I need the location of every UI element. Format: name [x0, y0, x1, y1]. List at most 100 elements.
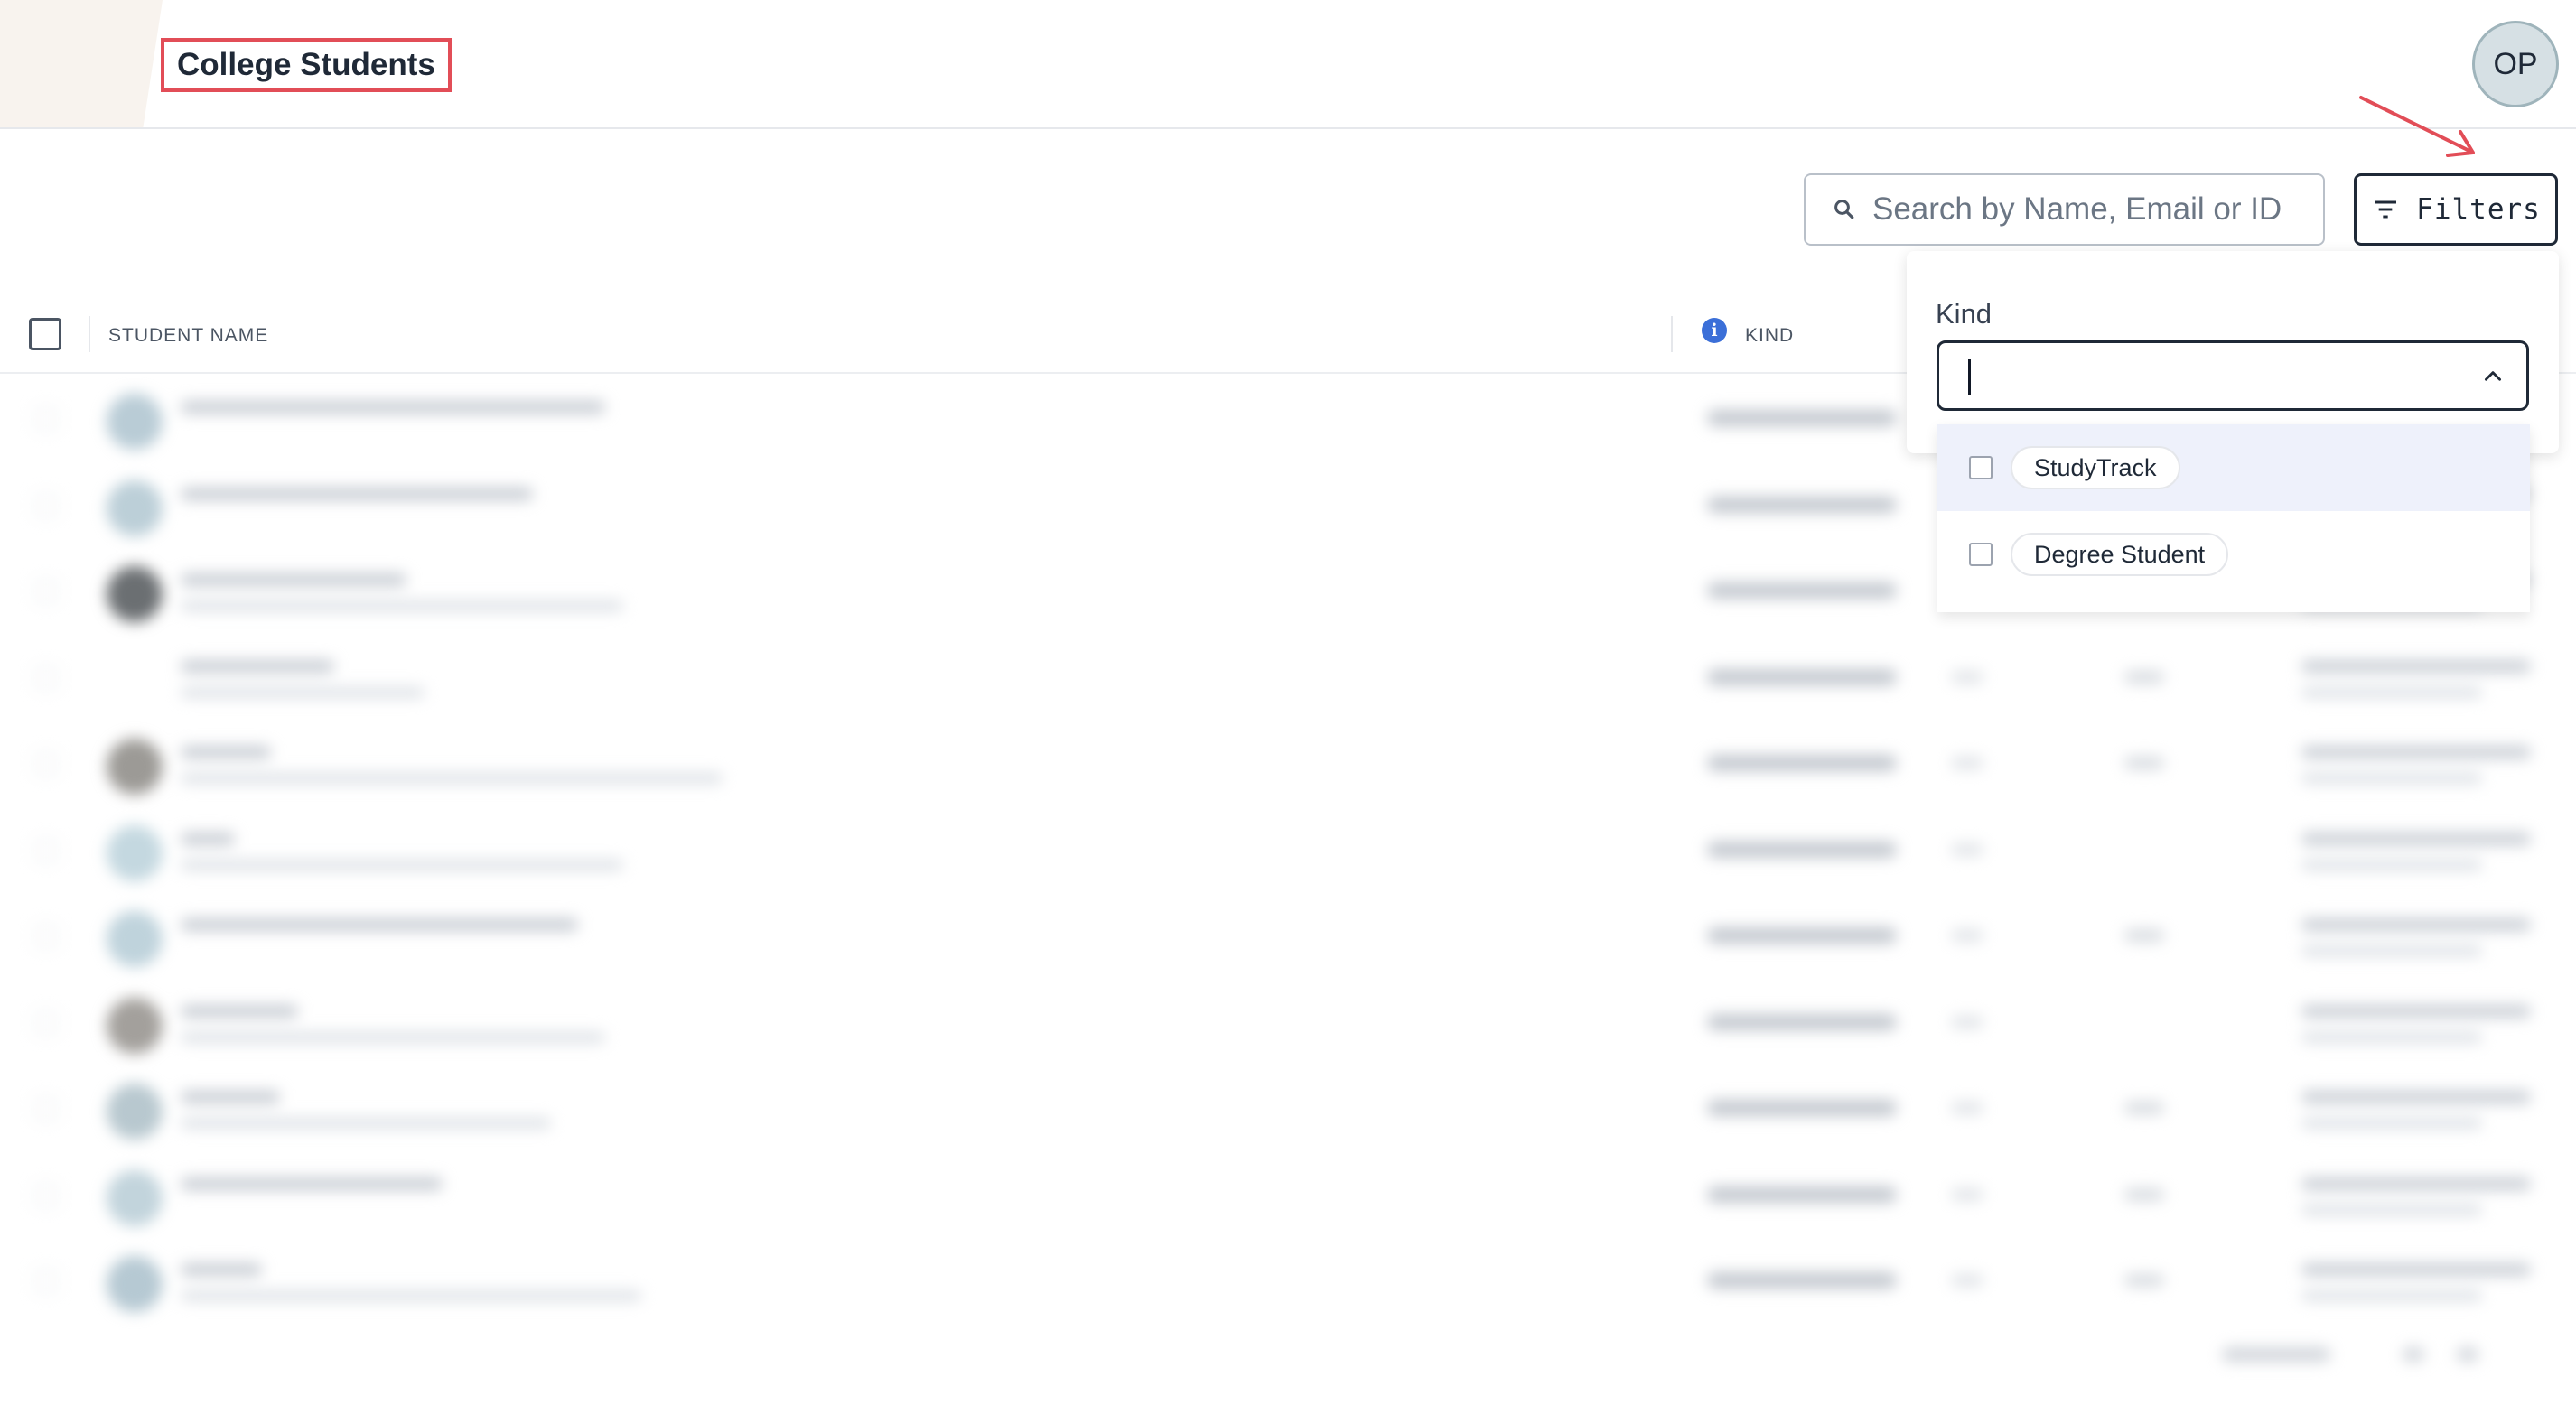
next-page-button[interactable] — [2457, 1347, 2478, 1362]
row-cell — [1951, 842, 1983, 856]
option-checkbox[interactable] — [1969, 543, 1993, 566]
row-cell — [2124, 670, 2164, 684]
row-checkbox[interactable] — [34, 1010, 58, 1035]
row-checkbox[interactable] — [34, 580, 58, 603]
row-checkbox[interactable] — [34, 1183, 58, 1207]
student-kind — [1707, 755, 1897, 771]
student-email — [181, 1118, 551, 1129]
student-avatar — [107, 1169, 163, 1226]
student-avatar — [107, 1256, 163, 1312]
row-cell — [2301, 1263, 2531, 1276]
student-kind — [1707, 668, 1897, 685]
row-cell — [1951, 757, 1983, 769]
student-avatar — [107, 739, 163, 795]
student-name — [181, 746, 271, 758]
student-email — [181, 600, 623, 611]
table-row[interactable] — [0, 893, 2576, 980]
info-icon[interactable]: i — [1702, 318, 1727, 343]
row-cell — [2301, 1204, 2482, 1215]
pagination[interactable] — [2222, 1336, 2493, 1372]
row-cell — [2301, 1031, 2482, 1043]
option-degree-student[interactable]: Degree Student — [1937, 511, 2530, 598]
row-cell — [2301, 1004, 2531, 1018]
row-cell — [1951, 1102, 1983, 1114]
column-header-student-name[interactable]: STUDENT NAME — [108, 320, 268, 352]
student-kind — [1707, 1186, 1897, 1203]
table-row[interactable] — [0, 807, 2576, 894]
prev-page-button[interactable] — [2403, 1347, 2424, 1362]
student-name — [181, 659, 334, 673]
row-cell — [2301, 1177, 2531, 1190]
row-cell — [2301, 1118, 2482, 1129]
header-decoration — [0, 0, 163, 127]
option-chip: StudyTrack — [2011, 446, 2180, 489]
row-cell — [1951, 1274, 1983, 1287]
row-checkbox[interactable] — [34, 838, 58, 862]
row-cell — [1951, 929, 1983, 942]
row-cell — [2124, 929, 2164, 942]
row-checkbox[interactable] — [34, 752, 58, 776]
student-name — [181, 1263, 262, 1276]
table-row[interactable] — [0, 721, 2576, 807]
student-kind — [1707, 1272, 1897, 1289]
row-cell — [2301, 686, 2482, 698]
row-cell — [2124, 1274, 2164, 1287]
pagination-info — [2222, 1347, 2330, 1362]
student-name — [181, 1091, 280, 1103]
table-row[interactable] — [0, 1065, 2576, 1152]
student-name — [181, 832, 235, 845]
student-name — [181, 1004, 298, 1018]
option-studytrack[interactable]: StudyTrack — [1937, 424, 2530, 511]
search-input[interactable]: Search by Name, Email or ID — [1804, 173, 2325, 246]
table-row[interactable] — [0, 980, 2576, 1066]
search-icon — [1834, 200, 1854, 219]
option-checkbox[interactable] — [1969, 456, 1993, 479]
student-avatar — [107, 824, 163, 881]
row-checkbox[interactable] — [34, 407, 58, 431]
row-cell — [2124, 1187, 2164, 1201]
filters-label: Filters — [2416, 193, 2541, 226]
user-avatar[interactable]: OP — [2472, 21, 2559, 107]
row-checkbox[interactable] — [34, 925, 58, 948]
row-cell — [2124, 757, 2164, 769]
student-kind — [1707, 1013, 1897, 1030]
table-row[interactable] — [0, 635, 2576, 721]
row-cell — [2301, 1290, 2482, 1301]
student-avatar — [107, 566, 163, 622]
student-avatar — [107, 1084, 163, 1140]
table-row[interactable] — [0, 1152, 2576, 1239]
student-name — [181, 573, 406, 586]
column-divider — [1671, 316, 1673, 352]
top-header: College Students OP — [0, 0, 2576, 129]
student-kind — [1707, 927, 1897, 944]
row-cell — [2301, 945, 2482, 956]
column-header-kind[interactable]: KIND — [1745, 320, 1794, 352]
student-kind — [1707, 1100, 1897, 1116]
student-avatar — [107, 997, 163, 1054]
student-email — [181, 1290, 641, 1301]
filters-button[interactable]: Filters — [2354, 173, 2558, 246]
search-placeholder: Search by Name, Email or ID — [1872, 191, 2282, 227]
row-cell — [2301, 1091, 2531, 1103]
row-cell — [2124, 1102, 2164, 1114]
row-checkbox[interactable] — [34, 665, 58, 690]
student-email — [181, 1031, 605, 1043]
row-checkbox[interactable] — [34, 1270, 58, 1293]
kind-select-input[interactable] — [1937, 340, 2529, 411]
page-title: College Students — [161, 38, 452, 92]
student-name — [181, 1177, 443, 1190]
chevron-up-icon[interactable] — [2481, 365, 2505, 388]
student-email — [181, 773, 723, 784]
student-avatar — [107, 911, 163, 967]
row-cell — [1951, 670, 1983, 684]
row-cell — [2301, 832, 2531, 845]
table-row[interactable] — [0, 1238, 2576, 1325]
row-checkbox[interactable] — [34, 493, 58, 517]
text-caret — [1968, 359, 1971, 395]
row-cell — [2301, 918, 2531, 931]
row-checkbox[interactable] — [34, 1097, 58, 1121]
row-cell — [1951, 1187, 1983, 1201]
row-cell — [2301, 746, 2531, 758]
row-cell — [2301, 859, 2482, 870]
select-all-checkbox[interactable] — [29, 318, 61, 350]
